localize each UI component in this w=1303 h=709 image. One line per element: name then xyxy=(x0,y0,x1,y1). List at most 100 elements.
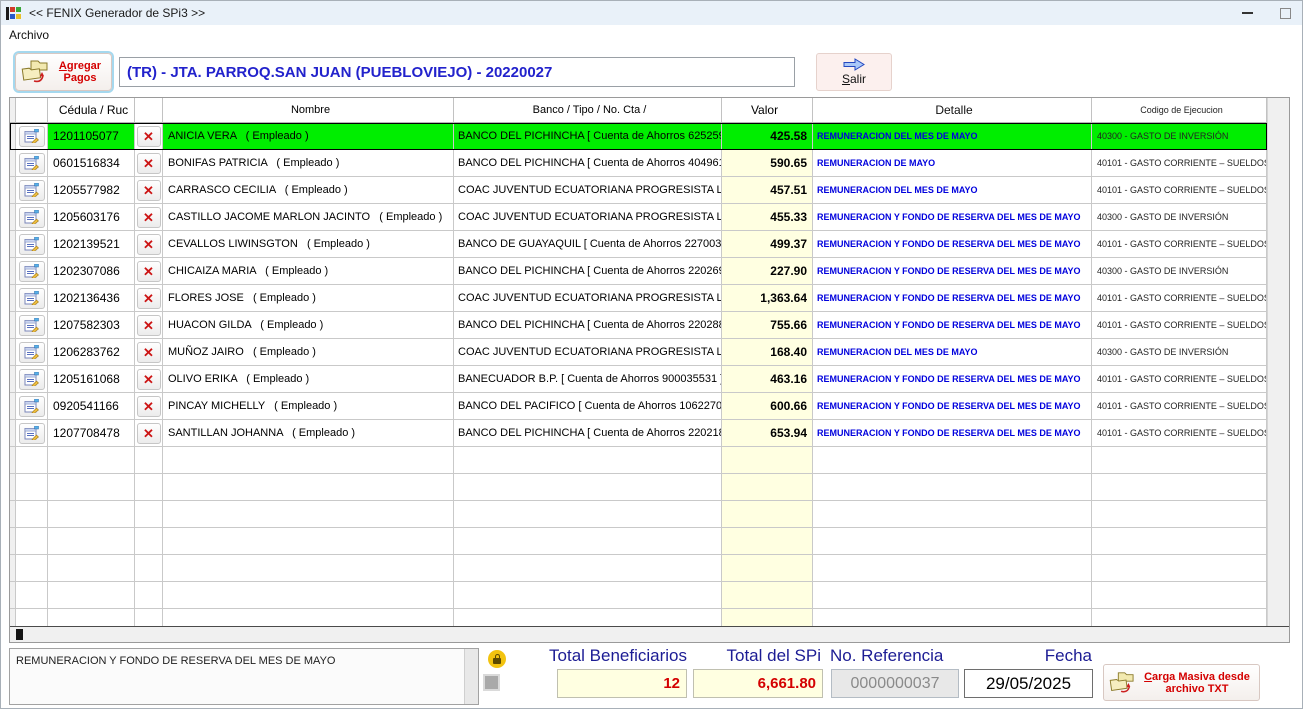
banco-cell: COAC JUVENTUD ECUATORIANA PROGRESISTA LT… xyxy=(454,339,722,366)
banco-cell: BANCO DEL PICHINCHA [ Cuenta de Ahorros … xyxy=(454,420,722,447)
table-row[interactable]: 0601516834 ✕ BONIFAS PATRICIA ( Empleado… xyxy=(10,150,1267,177)
edit-cell xyxy=(16,285,48,312)
horizontal-scroll-thumb[interactable] xyxy=(16,629,23,640)
grid-body: 1201105077 ✕ ANICIA VERA ( Empleado ) BA… xyxy=(10,123,1267,626)
edit-row-button[interactable] xyxy=(19,180,45,201)
edit-icon xyxy=(24,318,39,332)
edit-row-button[interactable] xyxy=(19,315,45,336)
delete-row-button[interactable]: ✕ xyxy=(137,126,161,147)
edit-cell xyxy=(16,177,48,204)
detalle-cell: REMUNERACION Y FONDO DE RESERVA DEL MES … xyxy=(813,393,1092,420)
detalle-textbox[interactable]: REMUNERACION Y FONDO DE RESERVA DEL MES … xyxy=(9,648,479,705)
empty-table-row[interactable] xyxy=(10,555,1267,582)
edit-cell xyxy=(16,123,48,150)
table-row[interactable]: 1205161068 ✕ OLIVO ERIKA ( Empleado ) BA… xyxy=(10,366,1267,393)
nombre-cell: BONIFAS PATRICIA ( Empleado ) xyxy=(163,150,454,177)
edit-row-button[interactable] xyxy=(19,126,45,147)
empty-table-row[interactable] xyxy=(10,582,1267,609)
empty-table-row[interactable] xyxy=(10,447,1267,474)
entity-title-field[interactable]: (TR) - JTA. PARROQ.SAN JUAN (PUEBLOVIEJO… xyxy=(119,57,795,87)
edit-row-button[interactable] xyxy=(19,396,45,417)
valor-cell: 653.94 xyxy=(722,420,813,447)
codigo-cell: 40101 - GASTO CORRIENTE – SUELDOS xyxy=(1092,366,1267,393)
codigo-cell: 40101 - GASTO CORRIENTE – SUELDOS xyxy=(1092,393,1267,420)
header-cedula[interactable]: Cédula / Ruc xyxy=(48,98,135,123)
table-row[interactable]: 1205577982 ✕ CARRASCO CECILIA ( Empleado… xyxy=(10,177,1267,204)
menubar: Archivo xyxy=(1,25,1302,47)
carga-masiva-label: Carga Masiva desde archivo TXT xyxy=(1140,671,1254,695)
edit-icon xyxy=(24,426,39,440)
delete-row-button[interactable]: ✕ xyxy=(137,207,161,228)
nombre-cell: CEVALLOS LIWINSGTON ( Empleado ) xyxy=(163,231,454,258)
detalle-cell: REMUNERACION DEL MES DE MAYO xyxy=(813,123,1092,150)
menu-archivo[interactable]: Archivo xyxy=(1,25,57,45)
edit-row-button[interactable] xyxy=(19,234,45,255)
delete-row-button[interactable]: ✕ xyxy=(137,261,161,282)
delete-row-button[interactable]: ✕ xyxy=(137,315,161,336)
detalle-text: REMUNERACION Y FONDO DE RESERVA DEL MES … xyxy=(16,655,335,667)
empty-table-row[interactable] xyxy=(10,501,1267,528)
agregar-pagos-button[interactable]: Agregar Pagos xyxy=(15,53,112,91)
delete-row-button[interactable]: ✕ xyxy=(137,369,161,390)
banco-cell: BANCO DEL PICHINCHA [ Cuenta de Ahorros … xyxy=(454,312,722,339)
empty-table-row[interactable] xyxy=(10,609,1267,626)
edit-row-button[interactable] xyxy=(19,288,45,309)
cedula-cell: 1206283762 xyxy=(48,339,135,366)
no-referencia-label: No. Referencia xyxy=(830,646,943,666)
table-row[interactable]: 1207708478 ✕ SANTILLAN JOHANNA ( Emplead… xyxy=(10,420,1267,447)
delete-cell: ✕ xyxy=(135,177,163,204)
banco-cell: COAC JUVENTUD ECUATORIANA PROGRESISTA LT… xyxy=(454,204,722,231)
cedula-cell: 1205577982 xyxy=(48,177,135,204)
delete-row-button[interactable]: ✕ xyxy=(137,234,161,255)
table-row[interactable]: 1202136436 ✕ FLORES JOSE ( Empleado ) CO… xyxy=(10,285,1267,312)
detalle-cell: REMUNERACION Y FONDO DE RESERVA DEL MES … xyxy=(813,312,1092,339)
header-nombre[interactable]: Nombre xyxy=(163,98,454,123)
table-row[interactable]: 1201105077 ✕ ANICIA VERA ( Empleado ) BA… xyxy=(10,123,1267,150)
cedula-cell: 1202307086 xyxy=(48,258,135,285)
fecha-input[interactable]: 29/05/2025 xyxy=(964,669,1093,698)
table-row[interactable]: 0920541166 ✕ PINCAY MICHELLY ( Empleado … xyxy=(10,393,1267,420)
delete-row-button[interactable]: ✕ xyxy=(137,153,161,174)
table-row[interactable]: 1205603176 ✕ CASTILLO JACOME MARLON JACI… xyxy=(10,204,1267,231)
edit-icon xyxy=(24,183,39,197)
header-valor[interactable]: Valor xyxy=(722,98,813,123)
delete-cell: ✕ xyxy=(135,231,163,258)
edit-row-button[interactable] xyxy=(19,369,45,390)
edit-row-button[interactable] xyxy=(19,207,45,228)
delete-row-button[interactable]: ✕ xyxy=(137,180,161,201)
table-row[interactable]: 1202307086 ✕ CHICAIZA MARIA ( Empleado )… xyxy=(10,258,1267,285)
nombre-cell: PINCAY MICHELLY ( Empleado ) xyxy=(163,393,454,420)
edit-icon xyxy=(24,291,39,305)
delete-row-button[interactable]: ✕ xyxy=(137,396,161,417)
delete-cell: ✕ xyxy=(135,204,163,231)
grid-horizontal-scrollbar[interactable] xyxy=(10,626,1289,642)
header-detalle[interactable]: Detalle xyxy=(813,98,1092,123)
header-codigo[interactable]: Codigo de Ejecucion xyxy=(1092,98,1267,123)
edit-row-button[interactable] xyxy=(19,423,45,444)
delete-row-button[interactable]: ✕ xyxy=(137,342,161,363)
empty-table-row[interactable] xyxy=(10,474,1267,501)
carga-masiva-button[interactable]: Carga Masiva desde archivo TXT xyxy=(1103,664,1260,701)
edit-icon xyxy=(24,156,39,170)
table-row[interactable]: 1207582303 ✕ HUACON GILDA ( Empleado ) B… xyxy=(10,312,1267,339)
edit-cell xyxy=(16,204,48,231)
cedula-cell: 1202139521 xyxy=(48,231,135,258)
empty-table-row[interactable] xyxy=(10,528,1267,555)
delete-icon: ✕ xyxy=(143,265,154,278)
edit-row-button[interactable] xyxy=(19,342,45,363)
delete-row-button[interactable]: ✕ xyxy=(137,288,161,309)
delete-row-button[interactable]: ✕ xyxy=(137,423,161,444)
salir-button[interactable]: Salir xyxy=(816,53,892,91)
grid-vertical-scrollbar[interactable] xyxy=(1267,98,1289,626)
edit-row-button[interactable] xyxy=(19,261,45,282)
header-banco[interactable]: Banco / Tipo / No. Cta / xyxy=(454,98,722,123)
table-row[interactable]: 1206283762 ✕ MUÑOZ JAIRO ( Empleado ) CO… xyxy=(10,339,1267,366)
delete-cell: ✕ xyxy=(135,285,163,312)
textbox-scrollbar[interactable] xyxy=(464,649,478,704)
restore-button[interactable] xyxy=(1270,4,1300,22)
codigo-cell: 40300 - GASTO DE INVERSIÓN xyxy=(1092,258,1267,285)
edit-row-button[interactable] xyxy=(19,153,45,174)
minimize-button[interactable] xyxy=(1232,4,1262,22)
table-row[interactable]: 1202139521 ✕ CEVALLOS LIWINSGTON ( Emple… xyxy=(10,231,1267,258)
valor-cell: 499.37 xyxy=(722,231,813,258)
